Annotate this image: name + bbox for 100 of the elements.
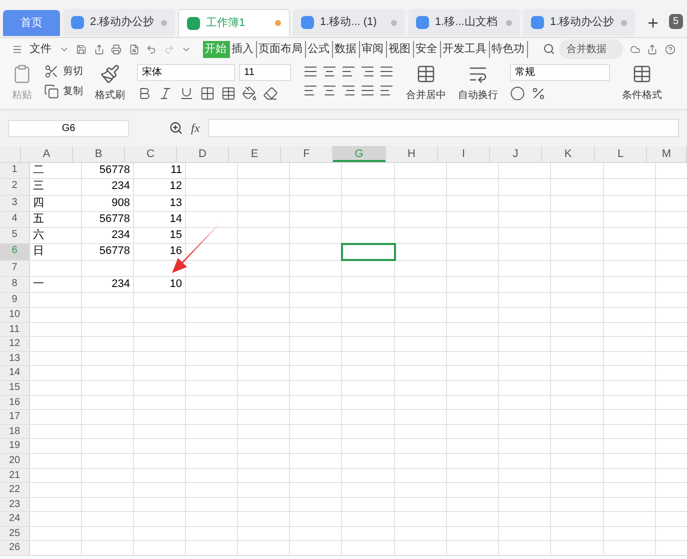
row-header[interactable]: 1 [0, 163, 30, 178]
formula-field[interactable] [208, 119, 679, 137]
table-cell: 日 [33, 245, 44, 258]
column-header[interactable]: K [542, 146, 595, 162]
merge-center-button[interactable]: 合并居中 [406, 88, 446, 103]
ribbon-tab[interactable]: 公式 [306, 40, 332, 58]
table-cell: 16 [170, 245, 182, 258]
row-header[interactable]: 11 [0, 322, 30, 336]
align-icon[interactable] [379, 64, 394, 79]
document-tab[interactable]: 1.移...山文档 [408, 9, 520, 36]
row-header[interactable]: 4 [0, 212, 30, 228]
wrap-text-button[interactable]: 自动换行 [458, 88, 498, 103]
number-format-dropdown[interactable]: 常规 [510, 64, 610, 81]
format-painter-button[interactable]: 格式刷 [95, 88, 125, 103]
tab-title: 2.移动办公抄 [90, 15, 155, 30]
align-icon[interactable] [379, 83, 394, 98]
copy-button[interactable]: 复制 [63, 84, 83, 99]
fill-color-icon[interactable] [242, 86, 257, 101]
row-header[interactable]: 24 [0, 512, 30, 526]
align-icon[interactable] [303, 64, 318, 79]
row-header[interactable]: 14 [0, 366, 30, 380]
column-header[interactable]: D [177, 146, 229, 162]
paintbrush-icon[interactable] [100, 64, 120, 84]
ribbon-tab[interactable]: 插入 [230, 40, 256, 58]
row-header[interactable]: 16 [0, 396, 30, 410]
font-size-dropdown[interactable]: 11 [239, 64, 291, 81]
document-tab[interactable]: 1.移动办公抄 [523, 9, 635, 36]
merge-cells-icon[interactable] [416, 64, 436, 84]
paste-icon[interactable] [12, 64, 32, 84]
ribbon-tab[interactable]: 数据 [332, 40, 360, 58]
scissors-icon[interactable] [44, 64, 59, 79]
column-header[interactable]: M [647, 146, 687, 162]
function-label[interactable]: fx [191, 119, 200, 137]
row-header[interactable]: 19 [0, 439, 30, 453]
row-header[interactable]: 9 [0, 293, 30, 307]
table-cell: 234 [112, 180, 130, 192]
search-icon[interactable] [542, 43, 554, 55]
row-header[interactable]: 10 [0, 308, 30, 322]
cell-style-icon[interactable] [221, 86, 236, 101]
italic-icon[interactable] [158, 86, 173, 101]
column-header[interactable]: E [229, 146, 281, 162]
table-cell: 12 [170, 180, 182, 192]
table-cell: 14 [170, 212, 182, 225]
column-header[interactable]: B [73, 146, 125, 162]
row-header[interactable]: 15 [0, 380, 30, 395]
document-tab[interactable]: 1.移动... (1) [293, 9, 405, 36]
cut-button[interactable]: 剪切 [63, 64, 83, 79]
ribbon-tab[interactable]: 开发工具 [440, 40, 490, 58]
column-header[interactable]: H [386, 146, 438, 162]
copy-icon[interactable] [44, 84, 59, 99]
row-header[interactable]: 23 [0, 498, 30, 512]
align-icon[interactable] [341, 64, 356, 79]
align-icon[interactable] [322, 64, 337, 79]
underline-icon[interactable] [179, 86, 194, 101]
ribbon-tab[interactable]: 特色功 [490, 40, 528, 58]
zoom-icon[interactable] [169, 121, 183, 135]
conditional-format-icon[interactable] [632, 64, 652, 84]
column-header[interactable]: I [438, 146, 490, 162]
row-header[interactable]: 17 [0, 410, 30, 424]
document-icon [301, 16, 314, 29]
row-header[interactable]: 25 [0, 526, 30, 540]
align-icon[interactable] [341, 83, 356, 98]
row-header[interactable]: 18 [0, 424, 30, 438]
align-icon[interactable] [360, 64, 375, 79]
ribbon-tab[interactable]: 安全 [414, 40, 440, 58]
new-tab-icon[interactable] [646, 16, 660, 30]
row-header[interactable]: 12 [0, 337, 30, 351]
name-box[interactable]: G6 [8, 120, 129, 136]
row-header[interactable]: 22 [0, 483, 30, 497]
table-cell: 234 [112, 278, 130, 290]
selected-cell[interactable] [342, 244, 395, 260]
clear-icon[interactable] [263, 86, 278, 101]
tab-count-badge[interactable]: 5 [669, 14, 683, 29]
ribbon-tab[interactable]: 审阅 [360, 40, 386, 58]
column-header[interactable]: C [125, 146, 177, 162]
row-header[interactable]: 7 [0, 260, 30, 276]
file-menu[interactable]: 文件 [30, 40, 52, 58]
row-header[interactable]: 3 [0, 196, 30, 211]
row-header[interactable]: 26 [0, 541, 30, 556]
align-icon[interactable] [322, 83, 337, 98]
row-header[interactable]: 5 [0, 228, 30, 244]
percent-icon[interactable] [531, 86, 546, 101]
column-header[interactable]: L [595, 146, 647, 162]
column-header[interactable]: A [21, 146, 73, 162]
ribbon-tab[interactable]: 视图 [386, 40, 414, 58]
ribbon-tab[interactable]: 页面布局 [256, 40, 306, 58]
search-field[interactable]: 合并数据 [558, 39, 622, 59]
row-header[interactable]: 2 [0, 179, 30, 195]
align-icon[interactable] [303, 83, 318, 98]
align-icon[interactable] [360, 83, 375, 98]
document-tab[interactable]: 2.移动办公抄 [63, 9, 175, 36]
row-header[interactable]: 8 [0, 277, 30, 292]
column-header[interactable]: J [490, 146, 542, 162]
border-icon[interactable] [200, 86, 215, 101]
row-header[interactable]: 21 [0, 468, 30, 482]
conditional-format-button[interactable]: 条件格式 [622, 88, 662, 103]
font-dropdown[interactable]: 宋体 [137, 64, 235, 81]
row-header[interactable]: 20 [0, 454, 30, 468]
row-header[interactable]: 13 [0, 352, 30, 366]
home-tab[interactable]: 首页 [3, 10, 60, 36]
